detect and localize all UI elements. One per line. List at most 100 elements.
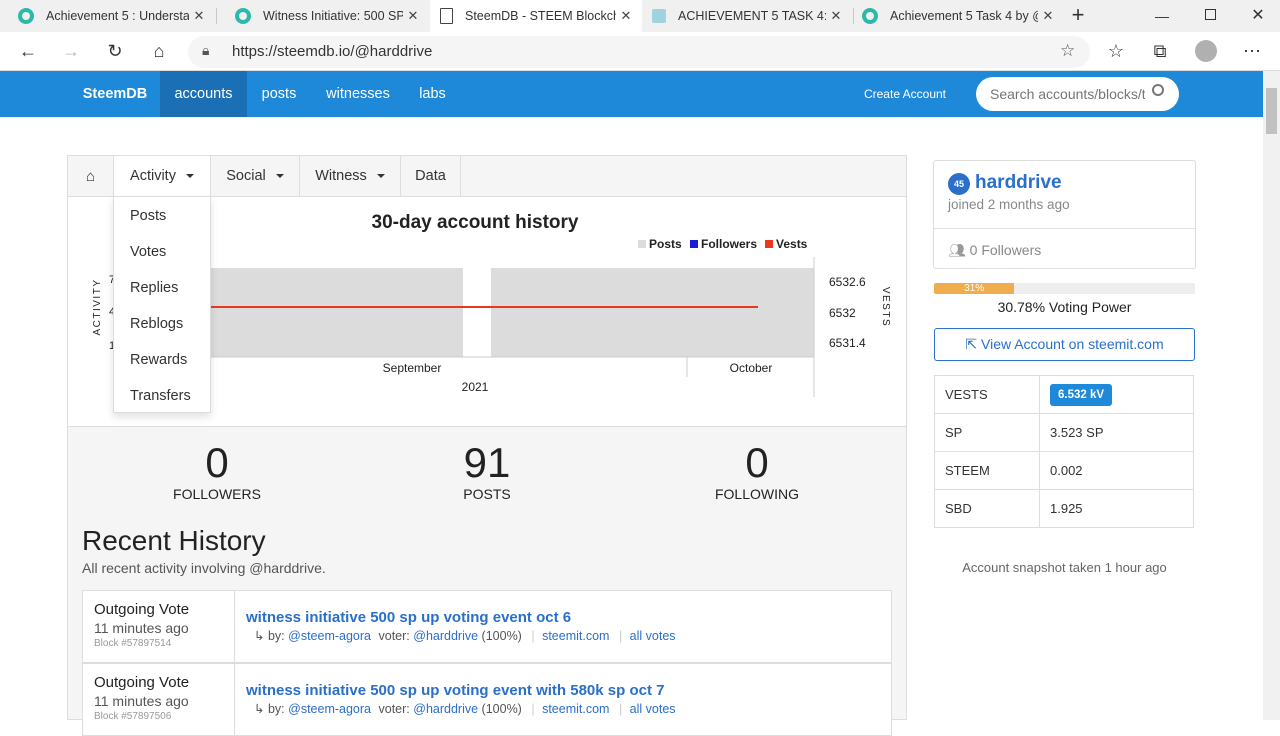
close-tab-icon[interactable]: ✕ (616, 8, 636, 24)
history-meta: Outgoing Vote 11 minutes ago Block #5789… (83, 664, 235, 735)
tab-activity[interactable]: Activity (114, 156, 211, 197)
legend-vests: Vests (776, 237, 808, 251)
menu-item-replies[interactable]: Replies (130, 280, 178, 296)
stat-posts: 91 POSTS (417, 439, 557, 503)
page-icon (440, 8, 453, 24)
followers-count: 👥︎ 0 Followers (948, 242, 1042, 258)
close-tab-icon[interactable]: ✕ (1038, 8, 1058, 24)
x-year-label: 2021 (462, 380, 489, 394)
legend-posts: Posts (649, 237, 682, 251)
legend-posts-swatch (638, 240, 646, 248)
restore-icon[interactable] (1205, 9, 1216, 20)
posts-bar-1 (491, 268, 814, 357)
nav-witnesses[interactable]: witnesses (311, 71, 405, 117)
balance-value: 3.523 SP (1039, 413, 1194, 452)
tab-witness[interactable]: Witness (300, 156, 401, 197)
search-icon[interactable] (1152, 84, 1164, 96)
browser-tab[interactable]: Achievement 5 : Understan ✕ (0, 0, 215, 32)
close-tab-icon[interactable]: ✕ (403, 8, 423, 24)
sub-tabs: ⌂ Activity Social Witness Data (68, 156, 906, 197)
refresh-icon[interactable]: ↻ (100, 36, 130, 66)
balance-label: STEEM (934, 451, 1040, 490)
history-post-title[interactable]: witness initiative 500 sp up voting even… (246, 609, 571, 626)
new-tab-icon[interactable]: + (1066, 4, 1090, 28)
steemit-link[interactable]: steemit.com (542, 629, 609, 643)
steemit-link[interactable]: steemit.com (542, 702, 609, 716)
create-account-link[interactable]: Create Account (855, 71, 955, 117)
close-tab-icon[interactable]: ✕ (826, 8, 846, 24)
reply-arrow-icon: ↳ (254, 702, 265, 716)
back-icon[interactable]: ← (13, 36, 43, 66)
minimize-icon[interactable]: — (1152, 8, 1172, 24)
balance-row: SBD 1.925 (934, 489, 1194, 528)
collections-icon[interactable]: ⧉ (1145, 36, 1175, 66)
browser-tab[interactable]: Achievement 5 Task 4 by @ ✕ (854, 0, 1064, 32)
profile-name[interactable]: harddrive (975, 172, 1062, 194)
favorites-icon[interactable]: ☆ (1101, 36, 1131, 66)
address-bar[interactable]: 🔒︎ https://steemdb.io/@harddrive ☆ (188, 36, 1090, 68)
stat-value: 0 (205, 439, 229, 486)
more-menu-icon[interactable]: ⋯ (1237, 36, 1267, 66)
stat-label: FOLLOWING (714, 486, 799, 502)
voter-link[interactable]: @harddrive (413, 702, 478, 716)
balances-table: VESTS 6.532 kV SP 3.523 SP STEEM 0.002 S… (934, 375, 1194, 528)
balance-row: SP 3.523 SP (934, 413, 1194, 452)
profile-avatar-icon[interactable] (1195, 40, 1217, 62)
history-type: Outgoing Vote (94, 674, 190, 691)
nav-posts[interactable]: posts (247, 71, 311, 117)
view-account-button[interactable]: ⇱ View Account on steemit.com (934, 328, 1195, 361)
stat-label: POSTS (463, 486, 511, 502)
chart-title: 30-day account history (372, 212, 579, 233)
balance-row: STEEM 0.002 (934, 451, 1194, 490)
menu-item-transfers[interactable]: Transfers (130, 388, 191, 404)
menu-item-votes[interactable]: Votes (130, 244, 166, 260)
tab-data[interactable]: Data (401, 156, 461, 197)
balance-label: VESTS (934, 375, 1040, 414)
add-favorite-star-icon[interactable]: ☆ (1060, 41, 1075, 61)
recent-history-subtitle: All recent activity involving @harddrive… (82, 560, 326, 576)
browser-tab[interactable]: ACHIEVEMENT 5 TASK 4: (R ✕ (642, 0, 852, 32)
nav-accounts[interactable]: accounts (160, 71, 247, 117)
scrollbar-thumb[interactable] (1266, 88, 1277, 134)
brand-logo[interactable]: SteemDB (70, 71, 160, 117)
voter-link[interactable]: @harddrive (413, 629, 478, 643)
document-favicon-icon (652, 9, 666, 23)
stat-value: 91 (463, 439, 511, 486)
steem-favicon-icon (235, 8, 251, 24)
close-tab-icon[interactable]: ✕ (189, 8, 209, 24)
balance-label: SBD (934, 489, 1040, 528)
page-scrollbar[interactable] (1263, 71, 1280, 720)
home-icon[interactable]: ⌂ (144, 36, 174, 66)
home-tab[interactable]: ⌂ (68, 156, 114, 197)
history-post-title[interactable]: witness initiative 500 sp up voting even… (246, 682, 664, 699)
menu-item-reblogs[interactable]: Reblogs (130, 316, 183, 332)
close-window-icon[interactable]: ✕ (1248, 5, 1268, 25)
balance-row: VESTS 6.532 kV (934, 375, 1194, 414)
stat-value: 0 (745, 439, 769, 486)
tab-social[interactable]: Social (211, 156, 300, 197)
url-text[interactable]: https://steemdb.io/@harddrive (232, 43, 432, 60)
reply-arrow-icon: ↳ (254, 629, 265, 643)
browser-tab[interactable]: Witness Initiative: 500 SP u ✕ (217, 0, 429, 32)
all-votes-link[interactable]: all votes (630, 629, 676, 643)
all-votes-link[interactable]: all votes (630, 702, 676, 716)
menu-item-rewards[interactable]: Rewards (130, 352, 187, 368)
activity-dropdown-menu: Posts Votes Replies Reblogs Rewards Tran… (113, 196, 211, 413)
browser-tab-active[interactable]: SteemDB - STEEM Blockcha ✕ (430, 0, 642, 32)
home-icon: ⌂ (85, 168, 96, 185)
users-icon: 👥︎ (948, 242, 966, 258)
forward-icon[interactable]: → (56, 36, 86, 66)
history-row: Outgoing Vote 11 minutes ago Block #5789… (82, 663, 892, 736)
history-block: Block #57897506 (94, 711, 172, 722)
voting-power-bar: 31% (934, 283, 1195, 294)
nav-labs[interactable]: labs (405, 71, 460, 117)
menu-item-posts[interactable]: Posts (130, 208, 166, 224)
y-axis-label: ACTIVITY (92, 278, 103, 335)
voting-power-text: 30.78% Voting Power (997, 299, 1132, 315)
author-link[interactable]: @steem-agora (288, 702, 371, 716)
history-block: Block #57897514 (94, 638, 172, 649)
external-link-icon: ⇱ (965, 336, 978, 352)
caret-down-icon (275, 174, 284, 179)
search-input[interactable] (976, 77, 1179, 111)
author-link[interactable]: @steem-agora (288, 629, 371, 643)
